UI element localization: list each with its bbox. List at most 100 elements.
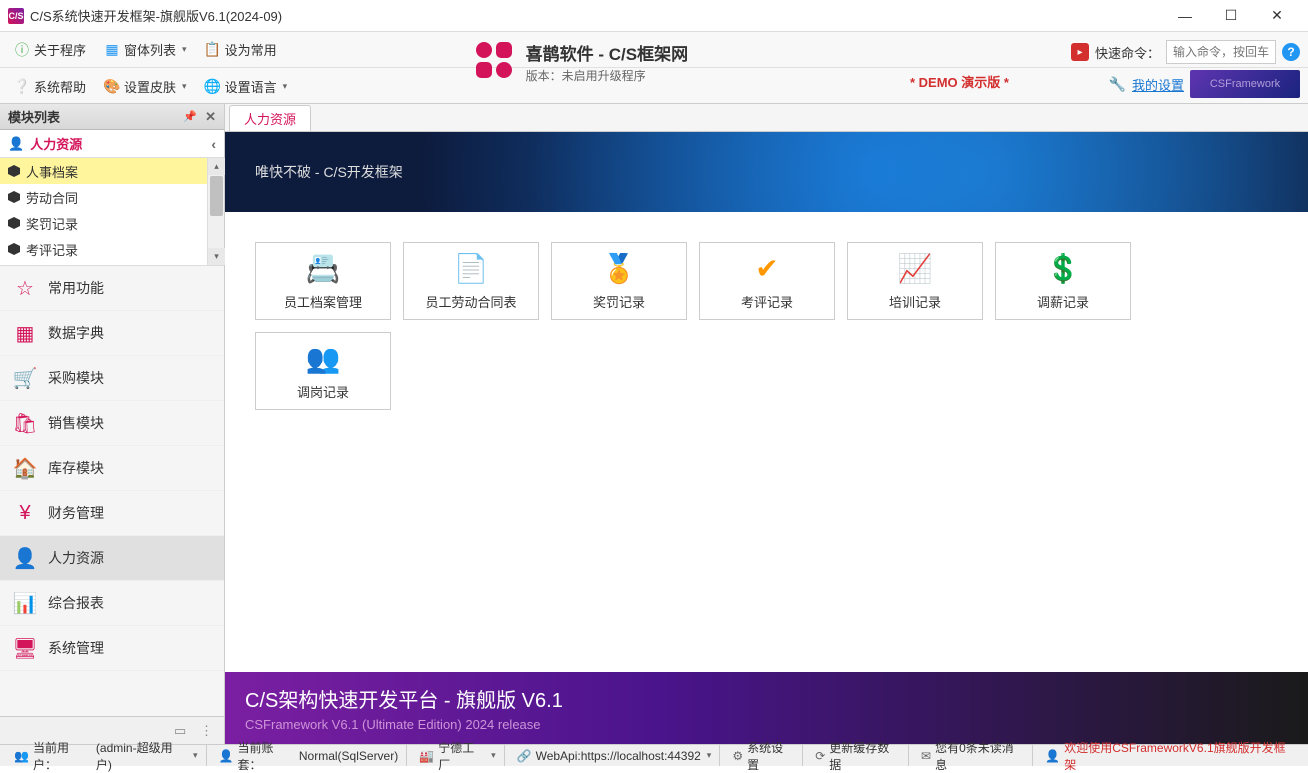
- sidebar-items: 人事档案劳动合同奖罚记录考评记录 ▴ ▾: [0, 158, 224, 266]
- card[interactable]: ✔考评记录: [699, 242, 835, 320]
- chevron-down-icon: ▾: [283, 81, 288, 92]
- lang-button[interactable]: 🌐 设置语言 ▾: [199, 73, 294, 100]
- help-label: 系统帮助: [34, 77, 86, 96]
- card-icon: 📇: [306, 252, 340, 286]
- tab-hr[interactable]: 人力资源: [229, 105, 311, 131]
- help-circle-icon[interactable]: ?: [1282, 43, 1300, 61]
- module-item[interactable]: 👤人力资源: [0, 536, 224, 581]
- scroll-down-icon[interactable]: ▾: [208, 248, 225, 265]
- footer-subtitle: CSFramework V6.1 (Ultimate Edition) 2024…: [245, 717, 1288, 732]
- card[interactable]: 📈培训记录: [847, 242, 983, 320]
- sidebar-group-head[interactable]: 👤 人力资源 ‹: [0, 130, 224, 158]
- module-item[interactable]: ¥财务管理: [0, 491, 224, 536]
- maximize-button[interactable]: ☐: [1208, 1, 1254, 31]
- module-label: 常用功能: [48, 278, 104, 298]
- card[interactable]: 📇 员工档案管理: [255, 242, 391, 320]
- status-webapi[interactable]: 🔗 WebApi:https://localhost:44392 ▾: [509, 745, 721, 766]
- card-label: 调薪记录: [1037, 292, 1089, 311]
- layers-icon[interactable]: ▭: [174, 723, 190, 739]
- cards-grid: 📇 员工档案管理 📄员工劳动合同表🏅奖罚记录✔考评记录📈培训记录 💲 调薪记录 👥调岗记录: [225, 212, 1308, 440]
- quick-command-input[interactable]: [1166, 40, 1276, 64]
- help-button[interactable]: ❔ 系统帮助: [8, 73, 92, 100]
- demo-badge: * DEMO 演示版 *: [910, 72, 1009, 91]
- module-label: 系统管理: [48, 638, 104, 658]
- status-msg-label: 您有0条未读消息: [935, 739, 1024, 773]
- about-button[interactable]: ⓘ 关于程序: [8, 36, 92, 63]
- sidebar-item-label: 人事档案: [26, 162, 78, 181]
- skin-button[interactable]: 🎨 设置皮肤 ▾: [98, 73, 193, 100]
- palette-icon: 🎨: [104, 78, 120, 94]
- cube-icon: [8, 191, 20, 203]
- module-item[interactable]: ☆常用功能: [0, 266, 224, 311]
- card-label: 培训记录: [889, 292, 941, 311]
- tabs: 人力资源: [225, 104, 1308, 132]
- scrollbar[interactable]: ▴ ▾: [207, 158, 224, 265]
- scroll-up-icon[interactable]: ▴: [208, 158, 225, 175]
- module-label: 数据字典: [48, 323, 104, 343]
- sidebar: 模块列表 📌 ✕ 👤 人力资源 ‹ 人事档案劳动合同奖罚记录考评记录 ▴ ▾ ☆…: [0, 104, 225, 744]
- module-icon: ¥: [12, 500, 38, 526]
- card-label: 员工档案管理: [284, 292, 362, 311]
- footer-title: C/S架构快速开发平台 - 旗舰版 V6.1: [245, 684, 1288, 713]
- module-item[interactable]: 🖥系统管理: [0, 626, 224, 671]
- pin-icon[interactable]: 📌: [183, 110, 197, 123]
- status-factory[interactable]: 🏭 宁德工厂 ▾: [411, 745, 504, 766]
- mail-icon: ✉: [921, 749, 931, 763]
- status-welcome-label: 欢迎使用CSFrameworkV6.1旗舰版开发框架: [1064, 739, 1294, 773]
- module-icon: 🛒: [12, 365, 38, 391]
- account-icon: 👤: [219, 749, 234, 763]
- dots-icon[interactable]: ⋮: [200, 723, 216, 739]
- module-item[interactable]: 📊综合报表: [0, 581, 224, 626]
- card-icon: 📄: [454, 252, 488, 286]
- module-item[interactable]: 🛍销售模块: [0, 401, 224, 446]
- skin-label: 设置皮肤: [124, 77, 176, 96]
- window-controls: — ☐ ✕: [1162, 1, 1300, 31]
- card[interactable]: 👥调岗记录: [255, 332, 391, 410]
- status-settings[interactable]: ⚙ 系统设置: [724, 745, 803, 766]
- footer-strip: C/S架构快速开发平台 - 旗舰版 V6.1 CSFramework V6.1 …: [225, 672, 1308, 744]
- card-label: 调岗记录: [297, 382, 349, 401]
- module-item[interactable]: 🛒采购模块: [0, 356, 224, 401]
- set-default-button[interactable]: 📋 设为常用: [199, 36, 283, 63]
- sidebar-group-label: 人力资源: [30, 134, 82, 153]
- close-button[interactable]: ✕: [1254, 1, 1300, 31]
- cs-framework-banner[interactable]: CSFramework: [1190, 70, 1300, 98]
- windows-list-button[interactable]: ▦ 窗体列表 ▾: [98, 36, 193, 63]
- status-refresh[interactable]: ⟳ 更新缓存数据: [807, 745, 909, 766]
- brand-logo: [474, 40, 514, 83]
- card-icon: 💲: [1046, 252, 1080, 286]
- status-user-label: 当前用户：: [33, 739, 92, 773]
- module-label: 库存模块: [48, 458, 104, 478]
- card[interactable]: 🏅奖罚记录: [551, 242, 687, 320]
- status-account[interactable]: 👤 当前账套： Normal(SqlServer): [211, 745, 408, 766]
- brand-title: 喜鹊软件 - C/S框架网: [526, 40, 688, 65]
- sidebar-header: 模块列表 📌 ✕: [0, 104, 224, 130]
- card-icon: 🏅: [602, 252, 636, 286]
- windows-icon: ▦: [104, 42, 120, 58]
- sidebar-item[interactable]: 人事档案: [0, 158, 224, 184]
- set-default-label: 设为常用: [225, 40, 277, 59]
- my-settings-link[interactable]: 我的设置: [1132, 75, 1184, 94]
- factory-icon: 🏭: [419, 749, 434, 763]
- sidebar-item-label: 考评记录: [26, 240, 78, 259]
- main: 模块列表 📌 ✕ 👤 人力资源 ‹ 人事档案劳动合同奖罚记录考评记录 ▴ ▾ ☆…: [0, 104, 1308, 744]
- status-messages[interactable]: ✉ 您有0条未读消息: [913, 745, 1033, 766]
- cube-icon: [8, 165, 20, 177]
- module-label: 人力资源: [48, 548, 104, 568]
- scroll-thumb[interactable]: [210, 176, 223, 216]
- app-icon: C/S: [8, 8, 24, 24]
- toolbar: ⓘ 关于程序 ▦ 窗体列表 ▾ 📋 设为常用 ❔ 系统帮助 🎨 设置皮肤 ▾ 🌐…: [0, 32, 1308, 104]
- sidebar-item[interactable]: 奖罚记录: [0, 210, 224, 236]
- cube-icon: [8, 217, 20, 229]
- card[interactable]: 📄员工劳动合同表: [403, 242, 539, 320]
- hero-text: 唯快不破 - C/S开发框架: [255, 162, 403, 182]
- module-item[interactable]: 🏠库存模块: [0, 446, 224, 491]
- close-icon[interactable]: ✕: [205, 109, 216, 125]
- sidebar-item[interactable]: 劳动合同: [0, 184, 224, 210]
- sidebar-item[interactable]: 考评记录: [0, 236, 224, 262]
- card[interactable]: 💲 调薪记录: [995, 242, 1131, 320]
- status-settings-label: 系统设置: [747, 739, 794, 773]
- minimize-button[interactable]: —: [1162, 1, 1208, 31]
- status-user[interactable]: 👥 当前用户： (admin-超级用户) ▾: [6, 745, 207, 766]
- module-item[interactable]: ▦数据字典: [0, 311, 224, 356]
